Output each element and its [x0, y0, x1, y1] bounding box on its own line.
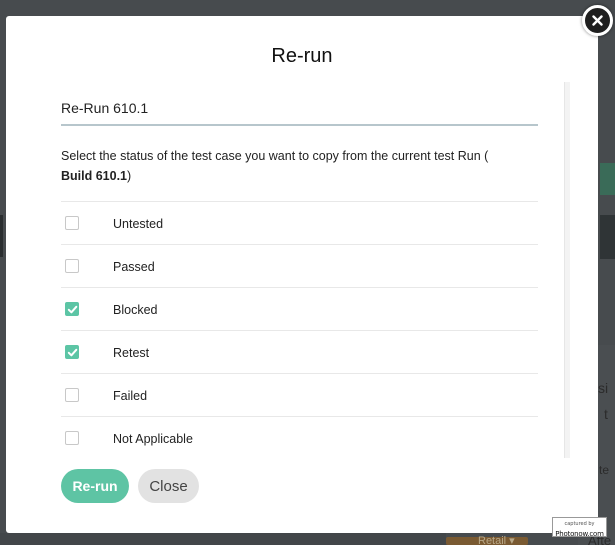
run-name-input[interactable]	[61, 94, 538, 122]
background-dark-bar	[600, 215, 615, 259]
description-text: Select the status of the test case you w…	[61, 149, 489, 163]
background-bottom-bar	[0, 533, 446, 545]
background-orange-button-label: Retail ▾	[478, 535, 515, 545]
status-label: Untested	[113, 217, 164, 232]
background-text: t	[604, 406, 608, 422]
close-button[interactable]: Close	[138, 469, 199, 503]
description-suffix: )	[127, 169, 132, 183]
status-description: Select the status of the test case you w…	[61, 146, 531, 186]
build-name: Build 610.1	[61, 169, 127, 183]
checkmark-icon	[67, 348, 78, 357]
watermark: captured by Photonow.com	[552, 517, 607, 538]
close-icon	[592, 15, 603, 26]
watermark-bottom: Photonow.com	[555, 530, 604, 538]
status-label: Blocked	[113, 303, 158, 318]
status-checkbox[interactable]	[65, 345, 79, 359]
status-label: Not Applicable	[113, 432, 193, 447]
status-checkbox[interactable]	[65, 216, 79, 230]
status-list: Untested Passed Blocked Retest Failed Not App…	[61, 201, 538, 459]
status-row-failed[interactable]: Failed	[61, 373, 538, 416]
status-checkbox[interactable]	[65, 259, 79, 273]
status-checkbox[interactable]	[65, 302, 79, 316]
checkmark-icon	[67, 305, 78, 314]
watermark-top: captured by	[564, 521, 595, 527]
status-row-not-applicable[interactable]: Not Applicable	[61, 416, 538, 459]
run-name-field	[61, 94, 538, 126]
status-checkbox[interactable]	[65, 388, 79, 402]
modal-scrollbar[interactable]	[564, 82, 570, 458]
status-label: Retest	[113, 346, 150, 361]
status-checkbox[interactable]	[65, 431, 79, 445]
modal-title: Re-run	[271, 45, 333, 67]
background-green-bar	[600, 163, 615, 195]
status-row-retest[interactable]: Retest	[61, 330, 538, 373]
modal-close-button[interactable]	[582, 5, 613, 36]
status-label: Failed	[113, 389, 148, 404]
status-row-untested[interactable]: Untested	[61, 201, 538, 244]
rerun-button[interactable]: Re-run	[61, 469, 129, 503]
background-left-marker	[0, 215, 3, 257]
status-label: Passed	[113, 260, 155, 275]
background-text: te	[599, 463, 610, 477]
background-text: si	[598, 380, 609, 396]
rerun-modal: Re-run Select the status of the test cas…	[6, 16, 598, 533]
status-row-passed[interactable]: Passed	[61, 244, 538, 287]
status-row-blocked[interactable]: Blocked	[61, 287, 538, 330]
